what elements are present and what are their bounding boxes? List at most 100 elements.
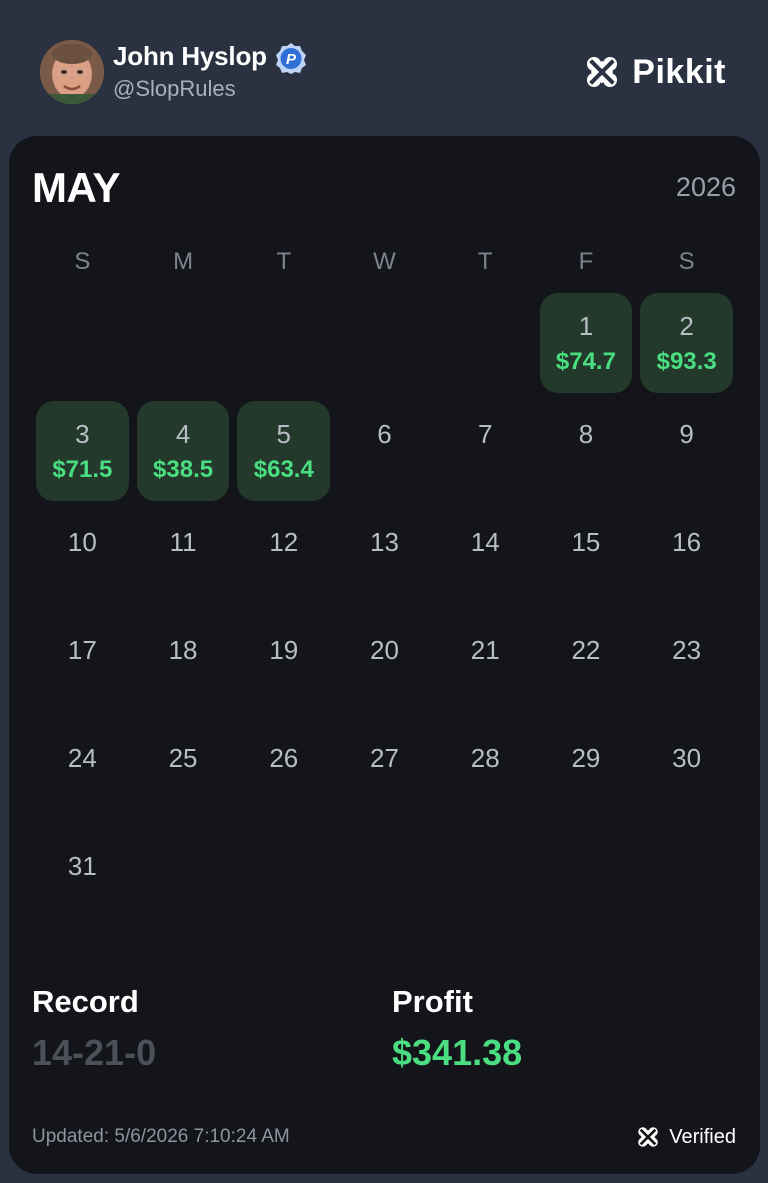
month-label: MAY [32,164,120,211]
day-cell[interactable]: 19 [237,617,330,717]
day-profit: $74.7 [555,348,616,375]
day-cell[interactable]: 26 [237,725,330,825]
day-number: 8 [578,419,594,449]
verified-indicator: Verified [635,1124,736,1150]
day-cell[interactable]: 12 [237,509,330,609]
day-number: 4 [175,419,191,449]
empty-cell [133,293,234,401]
day-number: 3 [75,419,90,449]
day-number: 10 [67,527,97,557]
day-number: 30 [672,743,702,773]
day-number: 28 [470,743,500,773]
day-cell[interactable]: 23 [640,617,733,717]
day-cell[interactable]: 5 $63.4 [237,401,331,501]
day-number: 5 [276,419,292,449]
day-cell[interactable]: 2 $93.3 [640,293,733,393]
day-cell[interactable]: 6 [338,401,431,501]
calendar-card: MAY 2026 SMTWTFS 1 $74.7 2 $93.3 3 $71.5 4 $38.… [9,136,760,1174]
day-cell[interactable]: 7 [439,401,532,501]
weekday-header: SMTWTFS [32,248,737,276]
updated-timestamp: Updated: 5/6/2026 7:10:24 AM [32,1126,290,1147]
day-number: 17 [67,635,97,665]
profit-label: Profit [392,984,473,1019]
empty-cell [233,293,334,401]
day-number: 15 [571,527,601,557]
record-label: Record [32,984,139,1019]
day-cell[interactable]: 1 $74.7 [539,293,633,393]
avatar[interactable] [40,40,104,104]
weekday-label: S [74,248,91,275]
day-number: 9 [679,419,694,449]
clover-icon [587,57,618,87]
day-profit: $71.5 [52,456,113,483]
day-cell[interactable]: 13 [338,509,431,609]
day-number: 29 [571,743,601,773]
day-number: 12 [269,527,299,557]
empty-cell [435,293,536,401]
user-handle: @SlopRules [113,76,236,101]
day-number: 1 [578,311,594,341]
record-value: 14-21-0 [32,1032,157,1073]
day-cell[interactable]: 25 [137,725,230,825]
day-number: 14 [470,527,500,557]
day-number: 11 [169,527,197,557]
day-cell[interactable]: 20 [338,617,431,717]
weekday-label: S [678,248,695,275]
empty-cell [334,293,435,401]
day-cell[interactable]: 22 [540,617,633,717]
day-cell[interactable]: 14 [439,509,532,609]
brand-logo: Pikkit [582,52,726,92]
profile-header: John Hyslop P @SlopRules Pikkit [0,0,768,136]
day-cell[interactable]: 16 [640,509,733,609]
brand-name: Pikkit [632,52,726,91]
day-cell[interactable]: 18 [137,617,230,717]
day-number: 26 [269,743,299,773]
day-cell[interactable]: 3 $71.5 [36,401,129,501]
day-cell[interactable]: 29 [540,725,633,825]
year-label: 2026 [675,172,736,202]
day-cell[interactable]: 31 [36,833,129,933]
day-cell[interactable]: 24 [36,725,129,825]
weekday-label: M [173,248,194,275]
calendar-grid: 1 $74.7 2 $93.3 3 $71.5 4 $38.5 5 $63.4 6 7 8 9 10 11 12… [32,293,737,941]
day-number: 22 [571,635,601,665]
day-number: 27 [370,743,399,773]
day-number: 23 [672,635,702,665]
day-number: 31 [67,851,97,881]
clover-icon [638,1127,659,1147]
day-profit: $63.4 [253,456,314,483]
verified-label: Verified [669,1125,736,1148]
day-number: 19 [269,635,299,665]
weekday-label: T [276,248,292,275]
day-number: 18 [168,635,198,665]
day-cell[interactable]: 4 $38.5 [136,401,230,501]
day-cell[interactable]: 28 [439,725,532,825]
day-cell[interactable]: 9 [640,401,733,501]
day-number: 25 [168,743,198,773]
user-name[interactable]: John Hyslop [113,41,267,72]
day-cell[interactable]: 10 [36,509,129,609]
day-cell[interactable]: 8 [540,401,633,501]
verified-badge-icon: P [275,42,307,74]
day-cell[interactable]: 30 [640,725,733,825]
profit-value: $341.38 [392,1032,523,1073]
day-number: 7 [477,419,493,449]
day-cell[interactable]: 27 [338,725,431,825]
empty-cell [32,293,133,401]
badge-letter: P [286,51,297,68]
day-number: 13 [370,527,399,557]
day-number: 16 [672,527,702,557]
day-cell[interactable]: 21 [439,617,532,717]
weekday-label: T [477,248,493,275]
day-cell[interactable]: 17 [36,617,129,717]
day-number: 21 [470,635,500,665]
day-cell[interactable]: 11 [137,509,230,609]
day-profit: $38.5 [153,456,214,483]
day-cell[interactable]: 15 [540,509,633,609]
day-number: 2 [679,311,694,341]
day-number: 6 [377,419,392,449]
day-number: 24 [67,743,97,773]
day-number: 20 [370,635,399,665]
day-profit: $93.3 [656,348,717,375]
weekday-label: W [373,248,396,275]
